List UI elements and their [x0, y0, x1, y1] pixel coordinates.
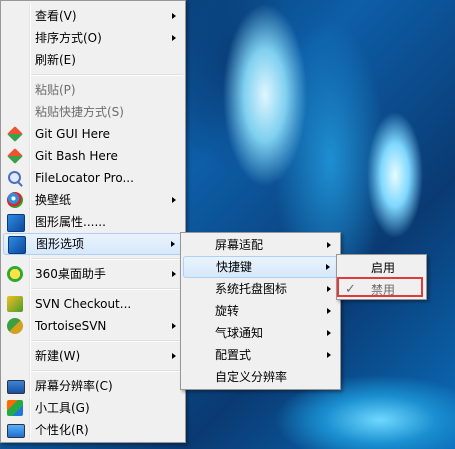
menu-item-label: 个性化(R): [35, 423, 89, 437]
menu-item-label: 旋转: [215, 304, 240, 318]
menu-item-label: TortoiseSVN: [35, 319, 107, 333]
menu-item-label: Git GUI Here: [35, 127, 111, 141]
menu-item-label: 粘贴快捷方式(S): [35, 105, 124, 119]
magnifier-icon: [8, 171, 21, 184]
submenu-arrow-icon: [327, 286, 331, 292]
graphics-options-submenu: 屏幕适配 快捷键 系统托盘图标 旋转 气球通知 配置式 自定义分辨率: [180, 232, 341, 390]
submenu-arrow-icon: [172, 323, 176, 329]
menu-separator: [31, 258, 183, 260]
menu-item-360-desktop[interactable]: 360桌面助手: [1, 263, 185, 285]
wallpaper-icon: [7, 192, 23, 208]
menu-item-label: 刷新(E): [35, 53, 76, 67]
submenu-item-balloon-notify[interactable]: 气球通知: [181, 322, 340, 344]
menu-item-screen-resolution[interactable]: 屏幕分辨率(C): [1, 375, 185, 397]
menu-item-graphics-options[interactable]: 图形选项: [3, 233, 183, 255]
menu-item-label: 快捷键: [216, 260, 253, 274]
submenu-arrow-icon: [172, 13, 176, 19]
menu-item-svn-checkout[interactable]: SVN Checkout...: [1, 293, 185, 315]
svn-checkout-icon: [7, 296, 23, 312]
menu-item-label: 启用: [371, 261, 396, 275]
menu-separator: [31, 340, 183, 342]
submenu-item-custom-resolution[interactable]: 自定义分辨率: [181, 366, 340, 388]
hotkey-enable-item[interactable]: 启用: [337, 257, 426, 279]
menu-item-new[interactable]: 新建(W): [1, 345, 185, 367]
menu-item-personalize[interactable]: 个性化(R): [1, 419, 185, 441]
menu-item-label: SVN Checkout...: [35, 297, 132, 311]
submenu-arrow-icon: [327, 330, 331, 336]
menu-separator: [31, 370, 183, 372]
menu-item-label: 图形属性......: [35, 215, 106, 229]
graphics-icon: [7, 214, 25, 232]
menu-item-label: 小工具(G): [35, 401, 90, 415]
menu-item-filelocator[interactable]: FileLocator Pro...: [1, 167, 185, 189]
menu-item-label: 粘贴(P): [35, 83, 76, 97]
screen-icon: [7, 380, 25, 394]
menu-separator: [31, 288, 183, 290]
menu-item-label: 自定义分辨率: [215, 370, 288, 384]
menu-item-paste-shortcut: 粘贴快捷方式(S): [1, 101, 185, 123]
submenu-arrow-icon: [172, 35, 176, 41]
submenu-arrow-icon: [172, 271, 176, 277]
submenu-arrow-icon: [327, 308, 331, 314]
menu-item-paste: 粘贴(P): [1, 79, 185, 101]
menu-item-label: 360桌面助手: [35, 267, 106, 281]
git-icon: [7, 126, 23, 142]
menu-item-label: 换壁纸: [35, 193, 72, 207]
menu-item-label: 排序方式(O): [35, 31, 102, 45]
highlight-callout-box: [337, 277, 423, 297]
menu-item-label: 屏幕分辨率(C): [35, 379, 113, 393]
menu-item-label: FileLocator Pro...: [35, 171, 134, 185]
menu-item-git-gui[interactable]: Git GUI Here: [1, 123, 185, 145]
submenu-item-hotkeys[interactable]: 快捷键: [183, 256, 338, 278]
menu-item-gadgets[interactable]: 小工具(G): [1, 397, 185, 419]
submenu-arrow-icon: [171, 241, 175, 247]
submenu-item-screen-fit[interactable]: 屏幕适配: [181, 234, 340, 256]
tortoisesvn-icon: [7, 318, 23, 334]
menu-item-label: 图形选项: [36, 237, 85, 251]
menu-item-sort-by[interactable]: 排序方式(O): [1, 27, 185, 49]
graphics-icon: [8, 236, 26, 254]
menu-item-label: 气球通知: [215, 326, 264, 340]
menu-item-graphics-properties[interactable]: 图形属性......: [1, 211, 185, 233]
gadget-icon: [7, 400, 23, 416]
submenu-item-rotation[interactable]: 旋转: [181, 300, 340, 322]
personalize-icon: [7, 424, 25, 438]
submenu-arrow-icon: [326, 264, 330, 270]
360-icon: [7, 266, 23, 282]
submenu-item-profiles[interactable]: 配置式: [181, 344, 340, 366]
menu-item-label: 新建(W): [35, 349, 81, 363]
submenu-item-tray-icon[interactable]: 系统托盘图标: [181, 278, 340, 300]
menu-item-label: 配置式: [215, 348, 252, 362]
submenu-arrow-icon: [172, 353, 176, 359]
menu-item-refresh[interactable]: 刷新(E): [1, 49, 185, 71]
menu-item-label: 查看(V): [35, 9, 77, 23]
desktop-context-menu: 查看(V) 排序方式(O) 刷新(E) 粘贴(P) 粘贴快捷方式(S) Git …: [0, 0, 186, 443]
submenu-arrow-icon: [327, 242, 331, 248]
menu-item-git-bash[interactable]: Git Bash Here: [1, 145, 185, 167]
submenu-arrow-icon: [172, 197, 176, 203]
git-icon: [7, 148, 23, 164]
menu-separator: [31, 74, 183, 76]
menu-item-label: Git Bash Here: [35, 149, 118, 163]
submenu-arrow-icon: [327, 352, 331, 358]
menu-item-change-wallpaper[interactable]: 换壁纸: [1, 189, 185, 211]
menu-item-label: 系统托盘图标: [215, 282, 288, 296]
menu-item-label: 屏幕适配: [215, 238, 264, 252]
menu-item-tortoisesvn[interactable]: TortoiseSVN: [1, 315, 185, 337]
menu-item-view[interactable]: 查看(V): [1, 5, 185, 27]
